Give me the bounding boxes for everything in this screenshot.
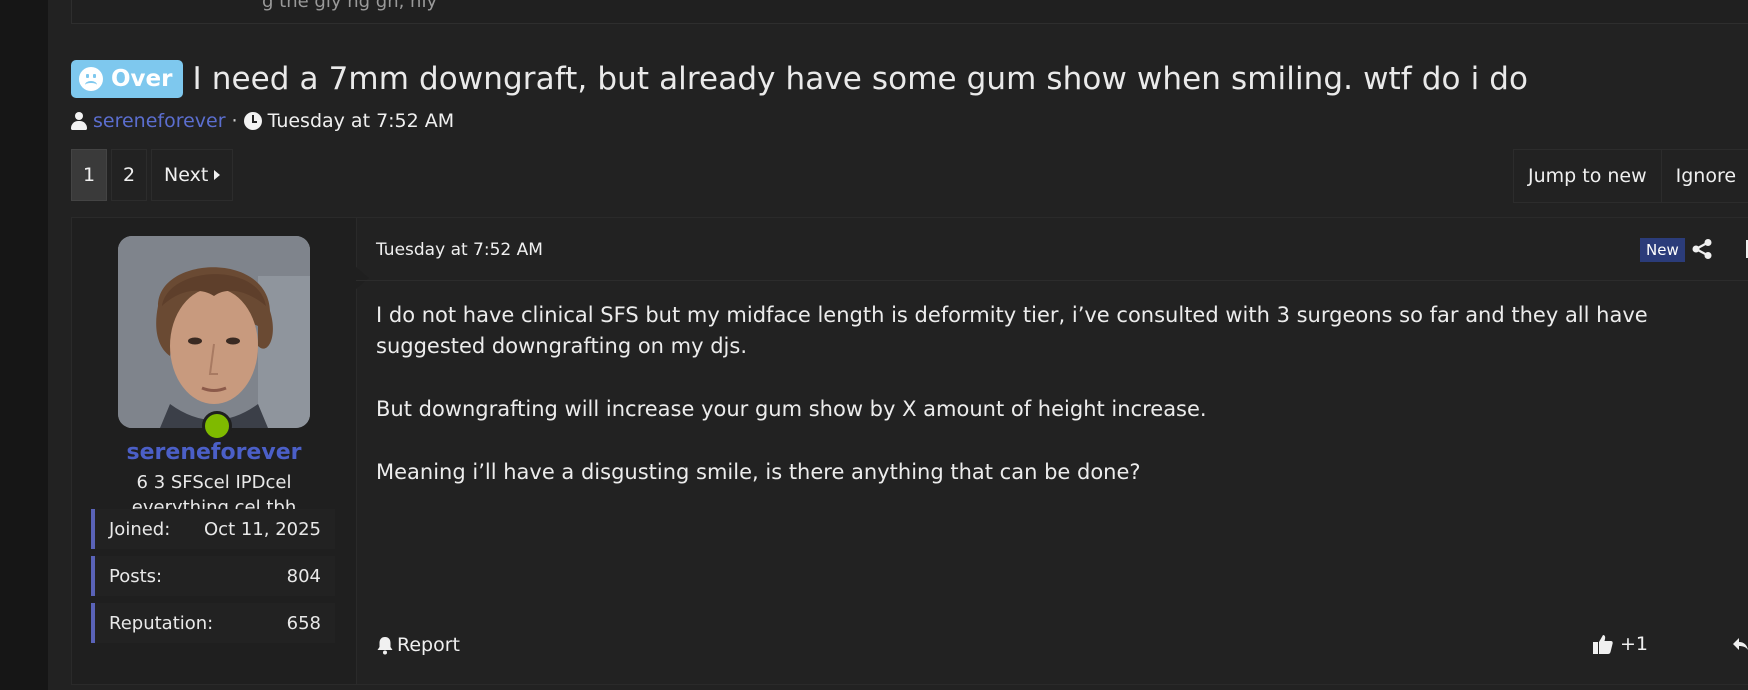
stat-label: Joined: [109,518,171,540]
avatar[interactable] [118,236,310,428]
thread-header: Over I need a 7mm downgraft, but already… [71,58,1528,100]
ignore-button[interactable]: Ignore [1662,150,1748,202]
sad-face-icon [79,67,103,91]
previous-card-text: g the gly ng gh, nly [262,0,438,12]
post-body: I do not have clinical SFS but my midfac… [376,300,1706,520]
stat-reputation: Reputation: 658 [91,603,335,643]
thread-actions: Jump to new Ignore [1513,149,1748,203]
report-label: Report [397,634,460,656]
thread-start-time[interactable]: Tuesday at 7:52 AM [268,110,455,132]
stat-value: 804 [286,565,321,587]
page-2-button[interactable]: 2 [111,149,147,201]
new-badge: New [1640,238,1685,262]
avatar-image [118,236,310,428]
online-status-indicator [202,411,232,441]
user-icon [71,112,87,130]
clock-icon [243,112,262,130]
post-user-panel: sereneforever 6 3 SFScel IPDcel everythi… [72,218,357,684]
thread-prefix[interactable]: Over [71,60,183,98]
post-username[interactable]: sereneforever [72,440,356,465]
post-paragraph: But downgrafting will increase your gum … [376,397,1207,421]
post-header-divider [356,280,1748,281]
thread-meta: sereneforever · Tuesday at 7:52 AM [71,108,454,134]
post-paragraph: I do not have clinical SFS but my midfac… [376,303,1648,358]
stat-joined: Joined: Oct 11, 2025 [91,509,335,549]
prefix-label: Over [111,66,173,92]
share-icon[interactable] [1691,238,1713,260]
report-button[interactable]: Report [376,634,460,656]
jump-to-new-button[interactable]: Jump to new [1514,150,1662,202]
stat-label: Reputation: [109,612,214,634]
previous-card: g the gly ng gh, nly [71,0,1748,24]
next-label: Next [164,164,209,186]
stat-value: Oct 11, 2025 [204,518,321,540]
post-main: Tuesday at 7:52 AM New I do not have cli… [356,218,1748,684]
post-paragraph: Meaning i’ll have a disgusting smile, is… [376,460,1141,484]
like-button[interactable]: +1 [1592,633,1648,655]
stat-posts: Posts: 804 [91,556,335,596]
pagination: 1 2 Next [71,149,237,201]
thread-title: I need a 7mm downgraft, but already have… [192,61,1529,97]
next-page-button[interactable]: Next [151,149,234,201]
meta-separator: · [231,110,238,132]
left-rail [0,0,48,690]
post: sereneforever 6 3 SFScel IPDcel everythi… [71,217,1748,685]
thumbs-up-icon [1593,635,1613,654]
thread-author-link[interactable]: sereneforever [93,110,226,132]
post-date-link[interactable]: Tuesday at 7:52 AM [376,240,543,260]
stat-label: Posts: [109,565,163,587]
bell-icon [377,637,393,655]
caret-right-icon [214,170,221,180]
reply-icon[interactable] [1732,636,1748,652]
stat-value: 658 [286,612,321,634]
like-count: +1 [1620,633,1649,655]
page-1-button[interactable]: 1 [71,149,107,201]
